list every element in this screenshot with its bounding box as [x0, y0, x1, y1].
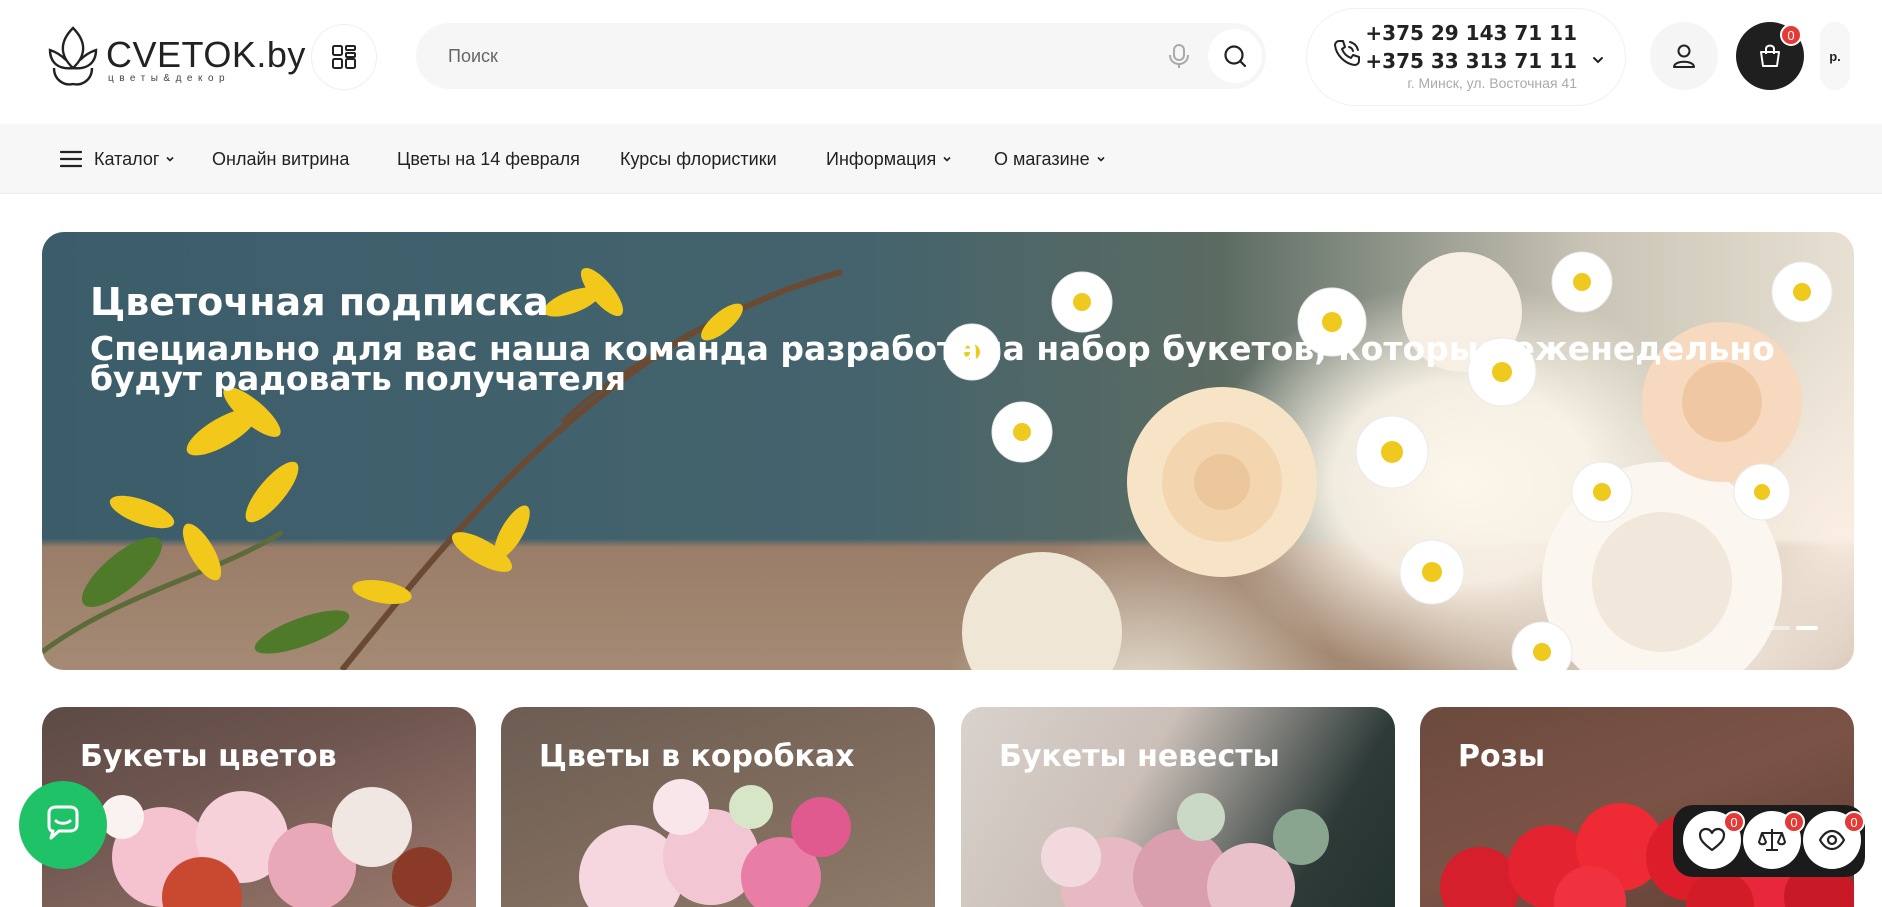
carousel-dot-active[interactable]	[1796, 626, 1818, 630]
nav-item-about[interactable]: О магазине	[994, 124, 1106, 194]
search-bar	[416, 23, 1266, 89]
category-card-boxes[interactable]: Цветы в коробках	[501, 707, 935, 907]
compare-count-badge: 0	[1783, 811, 1805, 833]
nav-item-valentines[interactable]: Цветы на 14 февраля	[397, 124, 580, 194]
nav-label-information: Информация	[826, 148, 937, 169]
nav-item-catalog[interactable]: Каталог	[60, 124, 175, 194]
nav-label-courses: Курсы флористики	[620, 148, 777, 169]
hero-banner[interactable]: Цветочная подписка Специально для вас на…	[42, 232, 1854, 670]
catalog-grid-button[interactable]	[311, 24, 377, 90]
currency-switch[interactable]: р.	[1820, 22, 1850, 90]
chevron-down-icon	[943, 156, 951, 162]
viewed-count-badge: 0	[1843, 811, 1865, 833]
category-title: Розы	[1458, 739, 1546, 774]
eye-icon	[1818, 829, 1846, 851]
carousel-dots	[1768, 626, 1818, 630]
nav-label-about: О магазине	[994, 148, 1090, 169]
search-icon	[1224, 45, 1247, 68]
main-nav: Каталог Онлайн витрина Цветы на 14 февра…	[0, 124, 1882, 194]
chevron-down-icon	[1097, 156, 1105, 162]
cart-count-badge: 0	[1780, 24, 1802, 46]
scales-icon	[1758, 829, 1786, 851]
bag-icon	[1760, 44, 1780, 67]
logo-text: CVETOK.by	[106, 34, 306, 75]
favorites-count-badge: 0	[1723, 811, 1745, 833]
category-card-bouquets[interactable]: Букеты цветов	[42, 707, 476, 907]
contact-phones[interactable]: +375 29 143 71 11 +375 33 313 71 11 г. М…	[1306, 8, 1626, 106]
category-card-bridal[interactable]: Букеты невесты	[961, 707, 1395, 907]
heart-icon	[1698, 827, 1726, 852]
hero-subtitle: Специально для вас наша команда разработ…	[90, 329, 1775, 398]
account-button[interactable]	[1650, 22, 1718, 90]
store-address: г. Минск, ул. Восточная 41	[1407, 75, 1577, 91]
phone-number-2[interactable]: +375 33 313 71 11	[1365, 49, 1577, 73]
logo-tagline: цветы&декор	[108, 73, 231, 84]
nav-label-valentines: Цветы на 14 февраля	[397, 148, 580, 169]
search-button[interactable]	[1208, 29, 1262, 83]
nav-item-online-showcase[interactable]: Онлайн витрина	[212, 124, 349, 194]
hamburger-icon	[60, 150, 82, 168]
user-icon	[1673, 44, 1695, 68]
category-title: Цветы в коробках	[539, 739, 855, 774]
nav-item-information[interactable]: Информация	[826, 124, 952, 194]
nav-label-catalog: Каталог	[94, 148, 160, 169]
bridal-bouquet-image	[1041, 793, 1329, 907]
nav-item-courses[interactable]: Курсы флористики	[620, 124, 777, 194]
chat-button[interactable]	[19, 781, 107, 869]
carousel-dot[interactable]	[1768, 626, 1790, 630]
site-header: CVETOK.by цветы&декор Поиск +375 29 143 …	[0, 0, 1882, 124]
quick-actions-panel: 0 0 0	[1673, 805, 1865, 877]
category-title: Букеты цветов	[80, 739, 337, 774]
logo[interactable]: CVETOK.by цветы&декор	[46, 24, 305, 90]
nav-label-online-showcase: Онлайн витрина	[212, 148, 350, 169]
phone-number-1[interactable]: +375 29 143 71 11	[1365, 21, 1577, 45]
bouquet-image	[100, 787, 452, 907]
logo-lotus-icon	[48, 26, 98, 86]
catalog-grid-icon	[332, 45, 356, 69]
chevron-down-icon[interactable]	[1591, 53, 1605, 67]
flower-box-image	[579, 779, 851, 907]
category-title: Букеты невесты	[999, 739, 1280, 774]
phone-icon	[1334, 40, 1360, 66]
mic-icon[interactable]	[1166, 43, 1192, 69]
hero-title: Цветочная подписка	[90, 280, 549, 324]
chat-icon	[47, 805, 79, 840]
search-input[interactable]	[446, 23, 1146, 89]
chevron-down-icon	[166, 156, 175, 162]
